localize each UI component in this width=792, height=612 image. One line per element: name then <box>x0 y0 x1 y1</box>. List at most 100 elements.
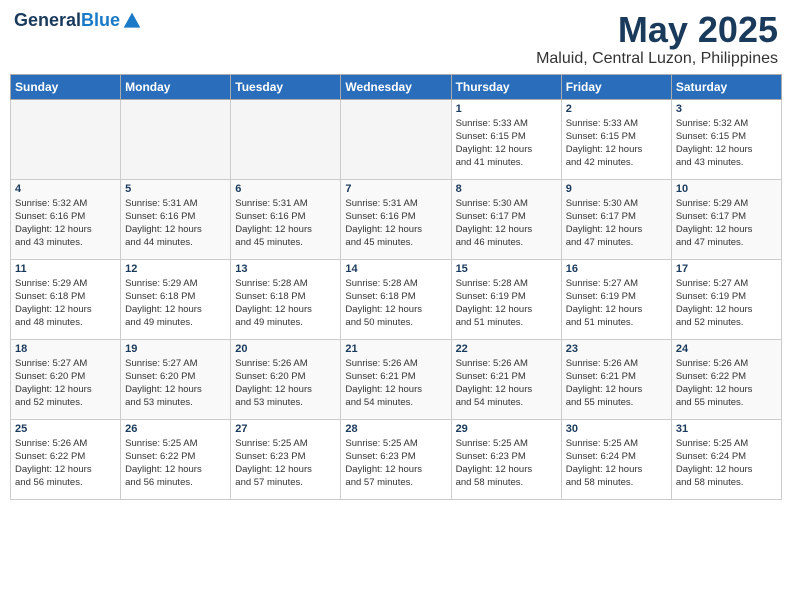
day-number: 18 <box>15 343 116 355</box>
page-header: GeneralBlue May 2025 Maluid, Central Luz… <box>10 10 782 68</box>
day-number: 24 <box>676 343 777 355</box>
day-number: 14 <box>345 263 446 275</box>
day-info: Sunrise: 5:31 AM Sunset: 6:16 PM Dayligh… <box>235 197 336 250</box>
calendar-day-header: Saturday <box>671 74 781 99</box>
day-info: Sunrise: 5:29 AM Sunset: 6:18 PM Dayligh… <box>15 277 116 330</box>
logo-general: GeneralBlue <box>14 10 120 31</box>
calendar-cell: 28Sunrise: 5:25 AM Sunset: 6:23 PM Dayli… <box>341 419 451 499</box>
calendar-day-header: Sunday <box>11 74 121 99</box>
calendar-cell: 5 Sunrise: 5:31 AM Sunset: 6:16 PM Daylig… <box>121 179 231 259</box>
day-number: 26 <box>125 423 226 435</box>
logo-icon <box>122 11 142 31</box>
day-number: 11 <box>15 263 116 275</box>
calendar-cell: 27 Sunrise: 5:25 AM Sunset: 6:23 PM Dayli… <box>231 419 341 499</box>
day-number: 23 <box>566 343 667 355</box>
day-info: Sunrise: 5:26 AM Sunset: 6:22 PM Dayligh… <box>676 357 777 410</box>
day-number: 27 <box>235 423 336 435</box>
day-info: Sunrise: 5:30 AM Sunset: 6:17 PM Dayligh… <box>566 197 667 250</box>
day-info: Sunrise: 5:25 AM Sunset: 6:24 PM Dayligh… <box>676 437 777 490</box>
calendar-cell: 15Sunrise: 5:28 AM Sunset: 6:19 PM Dayli… <box>451 259 561 339</box>
day-number: 13 <box>235 263 336 275</box>
day-info: Sunrise: 5:29 AM Sunset: 6:18 PM Dayligh… <box>125 277 226 330</box>
day-info: Sunrise: 5:28 AM Sunset: 6:18 PM Dayligh… <box>345 277 446 330</box>
calendar-cell: 23 Sunrise: 5:26 AM Sunset: 6:21 PM Dayli… <box>561 339 671 419</box>
day-info: Sunrise: 5:30 AM Sunset: 6:17 PM Dayligh… <box>456 197 557 250</box>
calendar-cell: 17 Sunrise: 5:27 AM Sunset: 6:19 PM Dayli… <box>671 259 781 339</box>
calendar-week-row: 1Sunrise: 5:33 AM Sunset: 6:15 PM Daylig… <box>11 99 782 179</box>
calendar-cell <box>231 99 341 179</box>
day-info: Sunrise: 5:26 AM Sunset: 6:21 PM Dayligh… <box>345 357 446 410</box>
calendar-cell: 30Sunrise: 5:25 AM Sunset: 6:24 PM Dayli… <box>561 419 671 499</box>
calendar-day-header: Tuesday <box>231 74 341 99</box>
day-info: Sunrise: 5:33 AM Sunset: 6:15 PM Dayligh… <box>566 117 667 170</box>
day-info: Sunrise: 5:27 AM Sunset: 6:20 PM Dayligh… <box>125 357 226 410</box>
day-number: 19 <box>125 343 226 355</box>
calendar-table: SundayMondayTuesdayWednesdayThursdayFrid… <box>10 74 782 500</box>
calendar-cell: 7Sunrise: 5:31 AM Sunset: 6:16 PM Daylig… <box>341 179 451 259</box>
day-number: 31 <box>676 423 777 435</box>
calendar-cell: 13 Sunrise: 5:28 AM Sunset: 6:18 PM Dayli… <box>231 259 341 339</box>
day-info: Sunrise: 5:26 AM Sunset: 6:21 PM Dayligh… <box>456 357 557 410</box>
calendar-cell: 9Sunrise: 5:30 AM Sunset: 6:17 PM Daylig… <box>561 179 671 259</box>
day-number: 10 <box>676 183 777 195</box>
day-number: 16 <box>566 263 667 275</box>
calendar-day-header: Thursday <box>451 74 561 99</box>
day-info: Sunrise: 5:27 AM Sunset: 6:20 PM Dayligh… <box>15 357 116 410</box>
day-info: Sunrise: 5:25 AM Sunset: 6:23 PM Dayligh… <box>235 437 336 490</box>
day-info: Sunrise: 5:25 AM Sunset: 6:23 PM Dayligh… <box>456 437 557 490</box>
day-info: Sunrise: 5:27 AM Sunset: 6:19 PM Dayligh… <box>566 277 667 330</box>
day-number: 15 <box>456 263 557 275</box>
calendar-cell: 16 Sunrise: 5:27 AM Sunset: 6:19 PM Dayli… <box>561 259 671 339</box>
calendar-cell: 22 Sunrise: 5:26 AM Sunset: 6:21 PM Dayli… <box>451 339 561 419</box>
calendar-cell: 26 Sunrise: 5:25 AM Sunset: 6:22 PM Dayli… <box>121 419 231 499</box>
calendar-day-header: Monday <box>121 74 231 99</box>
day-number: 4 <box>15 183 116 195</box>
logo: GeneralBlue <box>14 10 142 31</box>
calendar-week-row: 4 Sunrise: 5:32 AM Sunset: 6:16 PM Daylig… <box>11 179 782 259</box>
day-number: 12 <box>125 263 226 275</box>
day-number: 3 <box>676 103 777 115</box>
day-number: 5 <box>125 183 226 195</box>
day-info: Sunrise: 5:25 AM Sunset: 6:22 PM Dayligh… <box>125 437 226 490</box>
day-number: 28 <box>345 423 446 435</box>
day-number: 8 <box>456 183 557 195</box>
day-info: Sunrise: 5:26 AM Sunset: 6:20 PM Dayligh… <box>235 357 336 410</box>
calendar-cell: 31 Sunrise: 5:25 AM Sunset: 6:24 PM Dayli… <box>671 419 781 499</box>
calendar-cell: 12 Sunrise: 5:29 AM Sunset: 6:18 PM Dayli… <box>121 259 231 339</box>
calendar-cell: 19 Sunrise: 5:27 AM Sunset: 6:20 PM Dayli… <box>121 339 231 419</box>
day-info: Sunrise: 5:27 AM Sunset: 6:19 PM Dayligh… <box>676 277 777 330</box>
title-section: May 2025 Maluid, Central Luzon, Philippi… <box>536 10 778 68</box>
day-number: 22 <box>456 343 557 355</box>
calendar-week-row: 25 Sunrise: 5:26 AM Sunset: 6:22 PM Dayli… <box>11 419 782 499</box>
calendar-cell: 10Sunrise: 5:29 AM Sunset: 6:17 PM Dayli… <box>671 179 781 259</box>
calendar-week-row: 18 Sunrise: 5:27 AM Sunset: 6:20 PM Dayli… <box>11 339 782 419</box>
calendar-cell: 14 Sunrise: 5:28 AM Sunset: 6:18 PM Dayli… <box>341 259 451 339</box>
day-info: Sunrise: 5:32 AM Sunset: 6:15 PM Dayligh… <box>676 117 777 170</box>
calendar-header-row: SundayMondayTuesdayWednesdayThursdayFrid… <box>11 74 782 99</box>
calendar-cell: 29 Sunrise: 5:25 AM Sunset: 6:23 PM Dayli… <box>451 419 561 499</box>
day-number: 17 <box>676 263 777 275</box>
month-title: May 2025 <box>536 10 778 50</box>
day-info: Sunrise: 5:25 AM Sunset: 6:24 PM Dayligh… <box>566 437 667 490</box>
day-number: 29 <box>456 423 557 435</box>
calendar-cell: 4 Sunrise: 5:32 AM Sunset: 6:16 PM Daylig… <box>11 179 121 259</box>
calendar-cell <box>121 99 231 179</box>
day-info: Sunrise: 5:28 AM Sunset: 6:18 PM Dayligh… <box>235 277 336 330</box>
calendar-week-row: 11 Sunrise: 5:29 AM Sunset: 6:18 PM Dayli… <box>11 259 782 339</box>
location-title: Maluid, Central Luzon, Philippines <box>536 50 778 68</box>
day-info: Sunrise: 5:31 AM Sunset: 6:16 PM Dayligh… <box>125 197 226 250</box>
day-number: 7 <box>345 183 446 195</box>
day-info: Sunrise: 5:26 AM Sunset: 6:21 PM Dayligh… <box>566 357 667 410</box>
calendar-day-header: Wednesday <box>341 74 451 99</box>
calendar-cell: 1Sunrise: 5:33 AM Sunset: 6:15 PM Daylig… <box>451 99 561 179</box>
calendar-cell: 11 Sunrise: 5:29 AM Sunset: 6:18 PM Dayli… <box>11 259 121 339</box>
day-info: Sunrise: 5:26 AM Sunset: 6:22 PM Dayligh… <box>15 437 116 490</box>
day-number: 25 <box>15 423 116 435</box>
day-info: Sunrise: 5:32 AM Sunset: 6:16 PM Dayligh… <box>15 197 116 250</box>
calendar-cell: 21 Sunrise: 5:26 AM Sunset: 6:21 PM Dayli… <box>341 339 451 419</box>
calendar-cell: 24 Sunrise: 5:26 AM Sunset: 6:22 PM Dayli… <box>671 339 781 419</box>
day-number: 21 <box>345 343 446 355</box>
calendar-cell: 8 Sunrise: 5:30 AM Sunset: 6:17 PM Daylig… <box>451 179 561 259</box>
calendar-cell <box>341 99 451 179</box>
calendar-cell: 20Sunrise: 5:26 AM Sunset: 6:20 PM Dayli… <box>231 339 341 419</box>
